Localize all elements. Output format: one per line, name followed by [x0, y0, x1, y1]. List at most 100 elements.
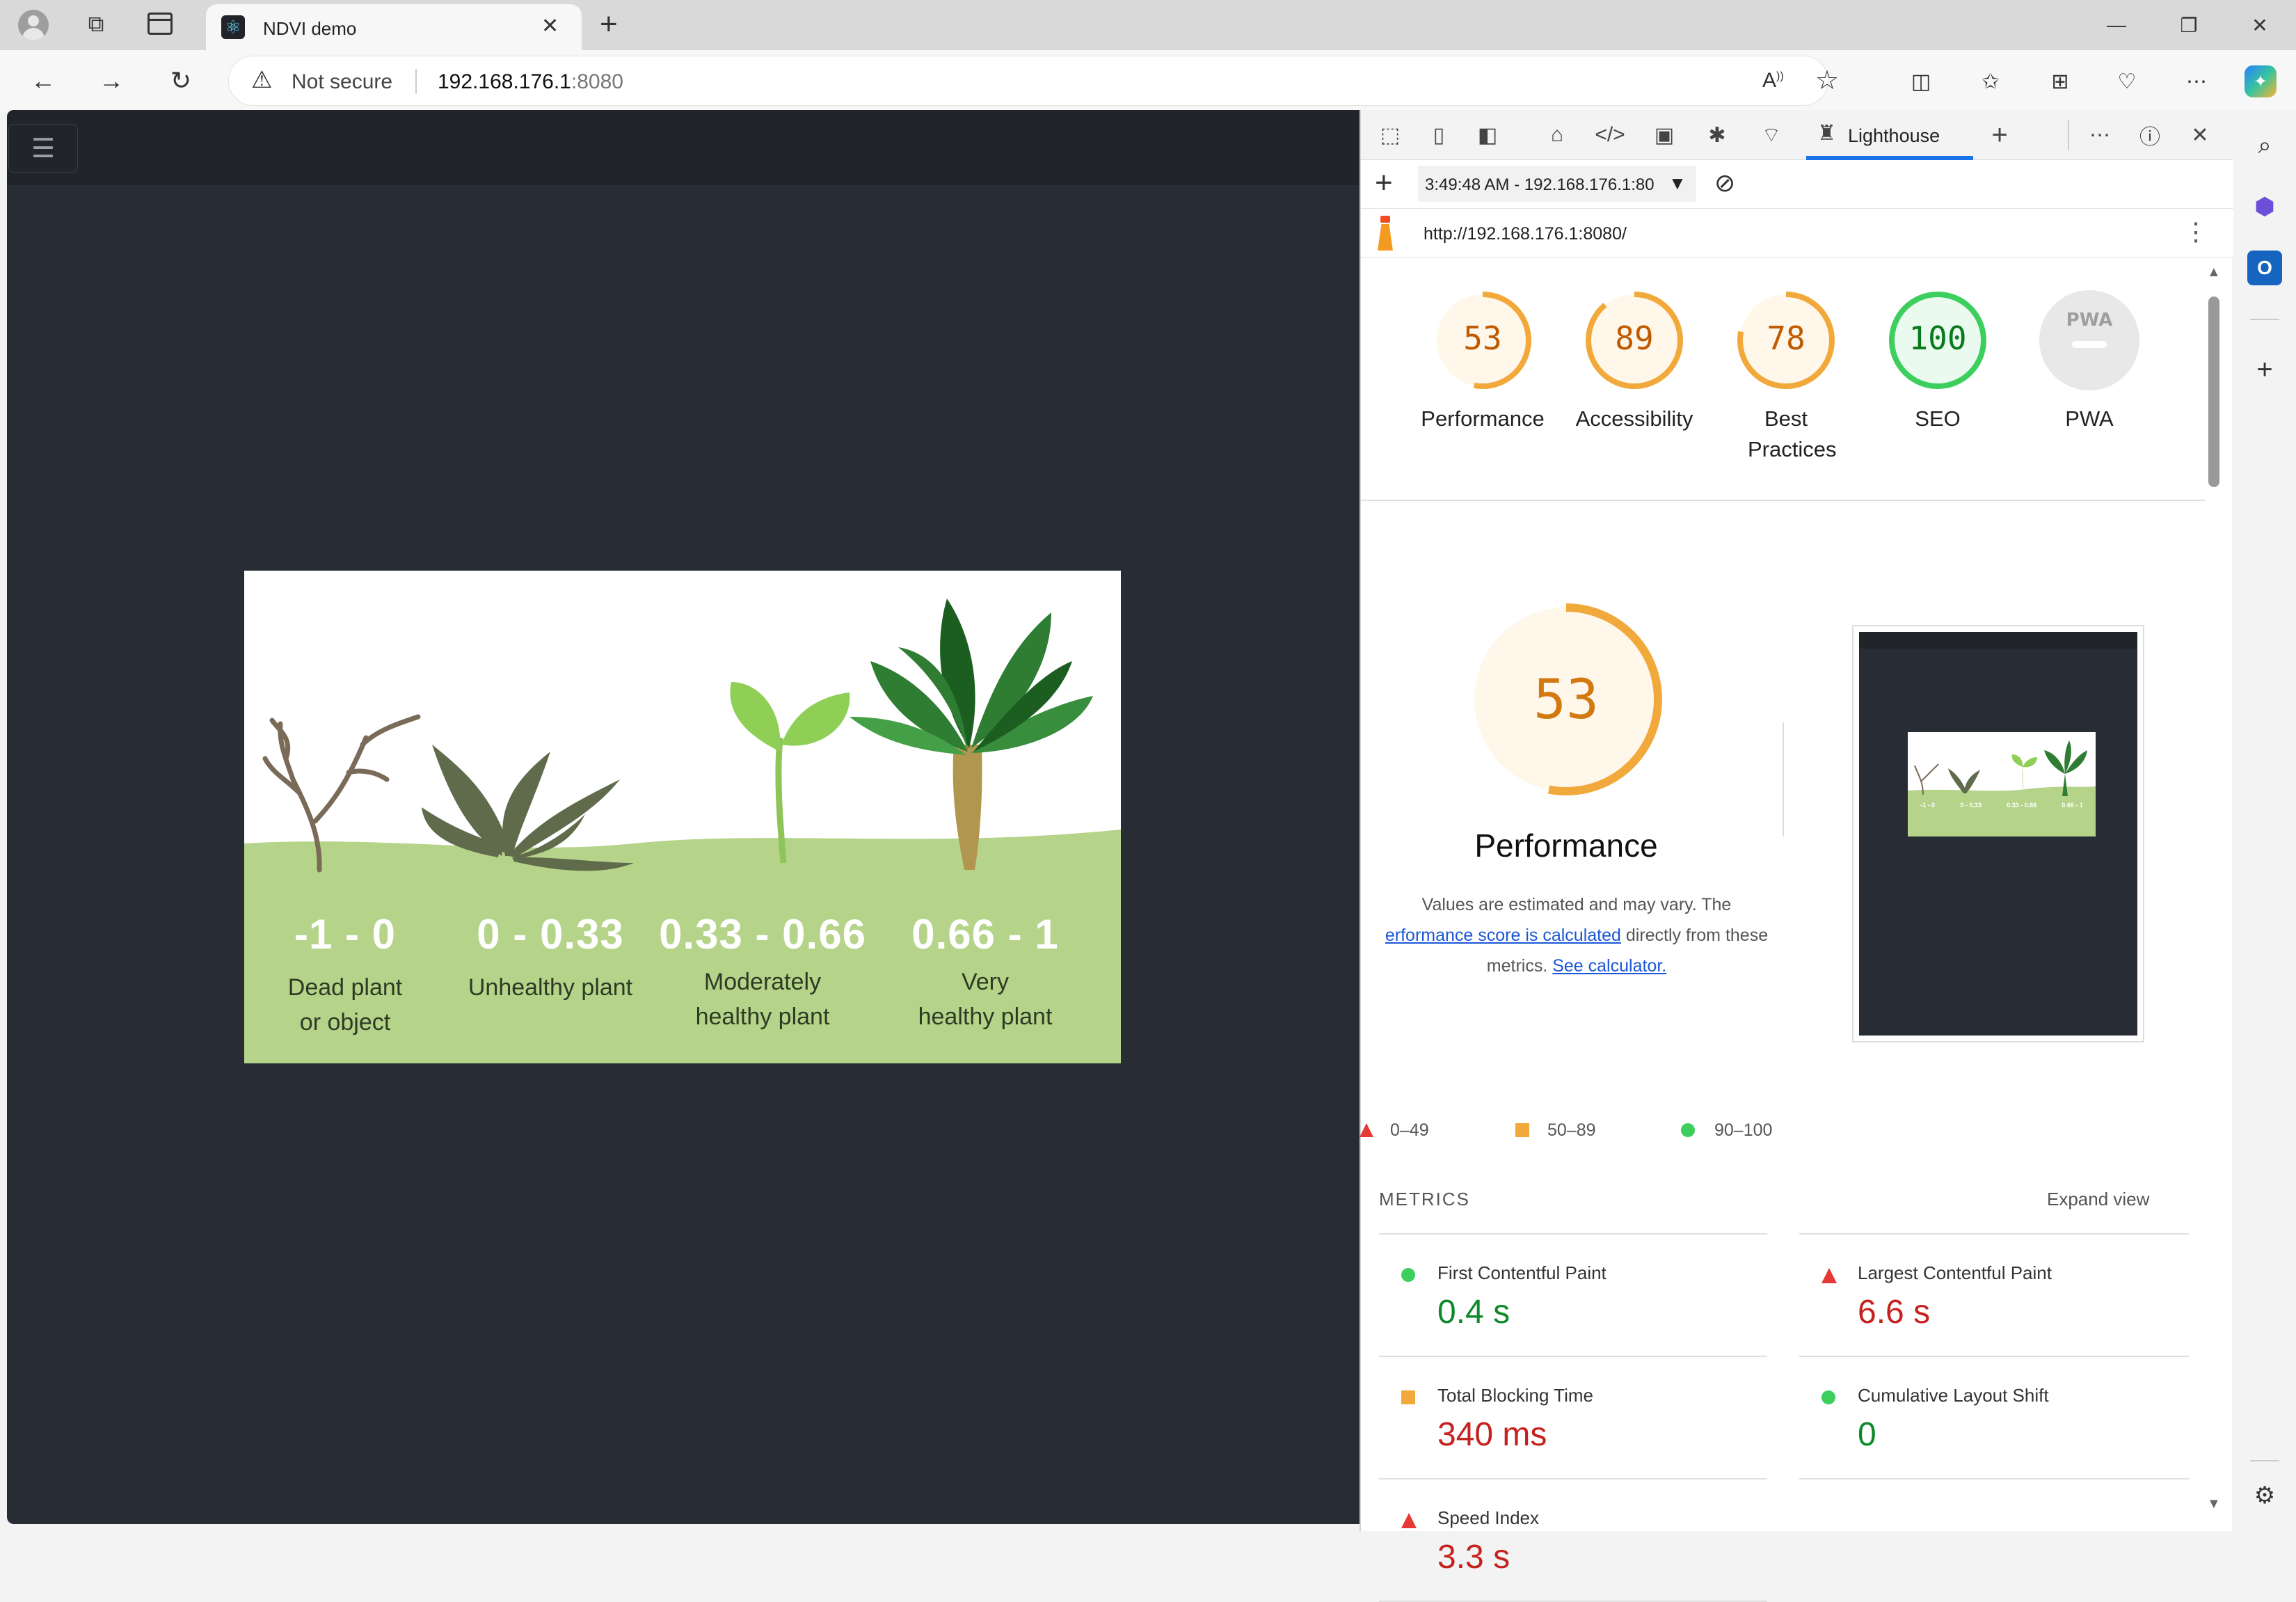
browser-essentials-icon[interactable]: ♡ — [2111, 65, 2143, 97]
gauge-value: 89 — [1615, 319, 1653, 357]
tab-actions-icon[interactable] — [148, 13, 173, 35]
tab-lighthouse[interactable]: ♜ Lighthouse — [1806, 110, 1973, 160]
react-icon: ⚛ — [221, 15, 245, 39]
tab-strip: ⧉ ⚛ NDVI demo ✕ + — ❐ ✕ — [0, 0, 2296, 50]
gauge-seo[interactable]: 100 — [1886, 288, 1990, 392]
gauge-accessibility[interactable]: 89 — [1582, 288, 1687, 392]
gauge-performance[interactable]: 53 — [1430, 288, 1535, 392]
gauge-best-practices[interactable]: 78 — [1734, 288, 1838, 392]
outlook-icon[interactable]: O — [2247, 251, 2282, 285]
tab-title: NDVI demo — [263, 18, 357, 39]
report-select[interactable]: 3:49:48 AM - 192.168.176.1:80 ▼ — [1418, 166, 1696, 202]
console-icon[interactable]: ▣ — [1649, 120, 1680, 150]
settings-more-icon[interactable]: ⋯ — [2181, 65, 2213, 97]
healthy-plant-icon — [850, 598, 1093, 870]
favorite-star-icon[interactable]: ☆ — [1815, 65, 1839, 96]
metric-value: 3.3 s — [1437, 1539, 1510, 1576]
metric-name: Speed Index — [1437, 1507, 1540, 1528]
minimize-button[interactable]: — — [2101, 10, 2132, 40]
metric-fail-icon — [1401, 1513, 1417, 1528]
collections-icon[interactable]: ⊞ — [2044, 65, 2076, 97]
metric-pass-icon — [1401, 1268, 1415, 1282]
new-report-icon[interactable]: + — [1375, 166, 1393, 200]
legend-average-label: 50–89 — [1547, 1120, 1596, 1140]
legend-average-icon — [1515, 1123, 1529, 1137]
legend-fail-label: 0–49 — [1390, 1120, 1429, 1140]
perf-description: Values are estimated and may vary. The e… — [1385, 895, 1769, 976]
url-text[interactable]: 192.168.176.1:8080 — [438, 70, 623, 94]
sources-bug-icon[interactable]: ✱ — [1702, 120, 1732, 150]
metric-value: 6.6 s — [1858, 1294, 1931, 1331]
device-emulation-icon[interactable]: ▯ — [1424, 120, 1454, 150]
address-toolbar: ← → ↻ ⚠ Not secure 192.168.176.1:8080 A)… — [0, 50, 2296, 111]
metric-divider — [1379, 1478, 1767, 1480]
elements-icon[interactable]: </> — [1595, 120, 1625, 150]
close-devtools-icon[interactable]: ✕ — [2185, 120, 2215, 150]
search-icon[interactable]: ⌕ — [2247, 128, 2282, 163]
see-calculator-link[interactable]: See calculator. — [1552, 956, 1666, 976]
restore-button[interactable]: ❐ — [2174, 10, 2204, 40]
metrics-header: METRICS — [1379, 1189, 1470, 1210]
clear-reports-icon[interactable]: ⊘ — [1714, 168, 1735, 198]
moderate-plant-icon — [730, 682, 850, 864]
forward-button[interactable]: → — [95, 64, 128, 97]
lighthouse-logo-icon — [1375, 216, 1396, 251]
perf-title: Performance — [1474, 827, 1658, 864]
warning-icon[interactable]: ⚠ — [251, 66, 272, 94]
metric-value: 340 ms — [1437, 1416, 1547, 1453]
legend-fail-icon — [1360, 1123, 1373, 1137]
network-wifi-icon[interactable]: ⌔ — [1756, 120, 1787, 150]
thumbnail-labels: -1 - 00 - 0.33 0.33 - 0.66 0.66 - 1 — [1920, 802, 2083, 809]
inspect-icon[interactable]: ⬚ — [1375, 120, 1405, 150]
address-bar[interactable]: ⚠ Not secure 192.168.176.1:8080 A)) ☆ — [228, 56, 1839, 106]
ndvi-range-label: Very healthy plant — [918, 969, 1053, 1030]
copilot-app-icon[interactable]: ⬢ — [2247, 189, 2282, 224]
help-icon[interactable]: ⓘ — [2135, 120, 2165, 150]
lighthouse-toolbar: + 3:49:48 AM - 192.168.176.1:80 ▼ ⊘ — [1361, 160, 2233, 209]
more-tools-icon[interactable]: ⋯ — [2084, 120, 2115, 150]
perf-score-link[interactable]: erformance score is calculated — [1385, 926, 1621, 945]
read-aloud-icon[interactable]: A)) — [1762, 69, 1784, 93]
metric-pass-icon — [1821, 1390, 1835, 1404]
report-url[interactable]: http://192.168.176.1:8080/ — [1424, 224, 1627, 244]
lighthouse-tab-label: Lighthouse — [1848, 125, 1940, 146]
web-page: ☰ -1 - 0 Dead plant or object 0 - 0.33 U… — [7, 110, 1360, 1524]
security-label[interactable]: Not secure — [292, 70, 392, 94]
expand-view-button[interactable]: Expand view — [2047, 1189, 2149, 1210]
profile-icon[interactable] — [18, 10, 49, 40]
refresh-button[interactable]: ↻ — [164, 64, 198, 97]
close-tab-icon[interactable]: ✕ — [541, 14, 559, 38]
ndvi-range-label: Dead plant or object — [287, 974, 403, 1036]
workspaces-icon[interactable]: ⧉ — [82, 11, 110, 39]
add-sidebar-app-icon[interactable]: + — [2247, 352, 2282, 387]
metric-fail-icon — [1821, 1268, 1837, 1283]
favorites-icon[interactable]: ✩ — [1975, 65, 2007, 97]
gauge-label: Performance — [1421, 406, 1545, 431]
url-port: :8080 — [571, 70, 623, 93]
dock-icon[interactable]: ◧ — [1472, 120, 1503, 150]
new-tab-button[interactable]: + — [600, 7, 618, 42]
devtools-scrollbar[interactable]: ▲ ▼ — [2206, 264, 2222, 1517]
tab-ndvi-demo[interactable]: ⚛ NDVI demo ✕ — [206, 4, 582, 50]
report-menu-icon[interactable]: ⋮ — [2183, 217, 2208, 246]
report-url-bar: http://192.168.176.1:8080/ ⋮ — [1361, 209, 2233, 257]
legend-pass-label: 90–100 — [1714, 1120, 1773, 1140]
split-screen-icon[interactable]: ◫ — [1905, 65, 1937, 97]
gauge-pwa[interactable]: PWA — [2037, 288, 2142, 392]
sidebar-settings-icon[interactable]: ⚙ — [2247, 1478, 2282, 1513]
ndvi-range-label: Moderately healthy plant — [695, 969, 830, 1030]
menu-toggle-button[interactable]: ☰ — [8, 124, 78, 173]
add-tool-icon[interactable]: + — [1984, 120, 2015, 150]
copilot-icon[interactable]: ✦ — [2245, 65, 2277, 97]
url-host: 192.168.176.1 — [438, 70, 571, 93]
close-window-button[interactable]: ✕ — [2245, 10, 2275, 40]
welcome-home-icon[interactable]: ⌂ — [1542, 120, 1572, 150]
performance-big-gauge: 53 — [1470, 603, 1662, 795]
report-select-value: 3:49:48 AM - 192.168.176.1:80 — [1425, 175, 1655, 194]
ndvi-range-value: 0 - 0.33 — [477, 911, 624, 958]
gauge-label: SEO — [1915, 406, 1961, 431]
metric-divider — [1379, 1356, 1767, 1357]
devtools-toolbar: ⬚ ▯ ◧ ⌂ </> ▣ ✱ ⌔ ♜ Lighthouse + ⋯ ⓘ ✕ — [1361, 110, 2233, 160]
back-button[interactable]: ← — [26, 64, 60, 97]
final-screenshot-thumbnail[interactable]: -1 - 00 - 0.33 0.33 - 0.66 0.66 - 1 — [1852, 625, 2144, 1042]
